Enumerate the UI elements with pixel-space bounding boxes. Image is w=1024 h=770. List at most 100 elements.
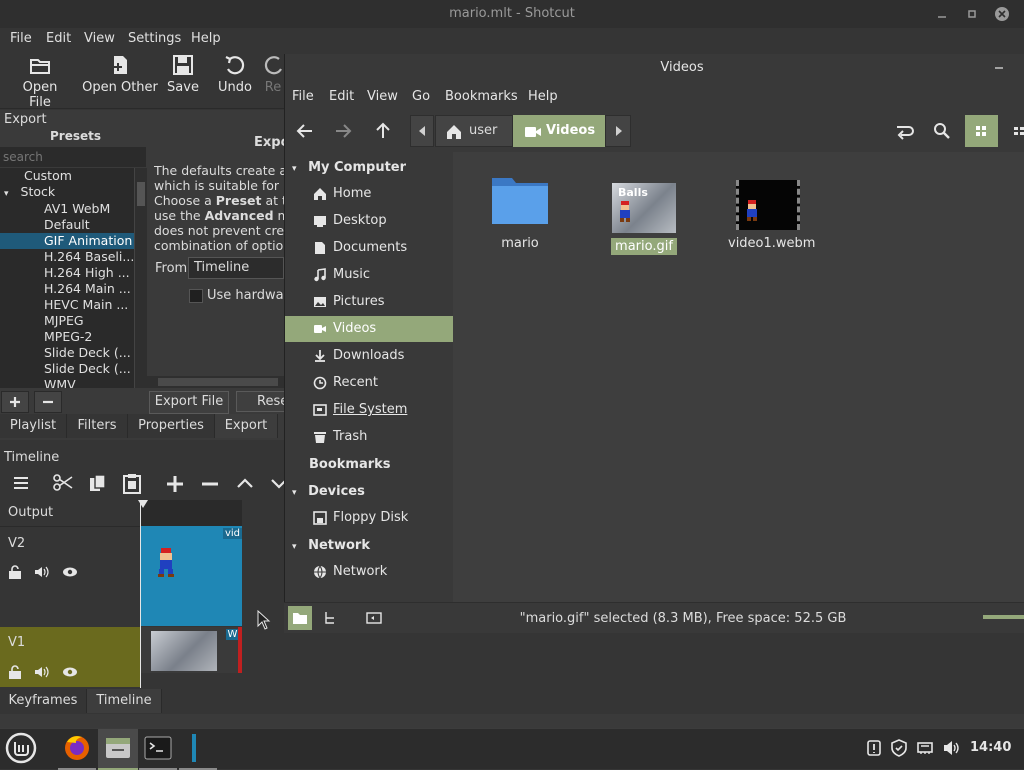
volume-icon[interactable] [942, 739, 960, 757]
eye-icon[interactable] [62, 665, 78, 679]
sidebar-item-music[interactable]: Music [285, 262, 453, 288]
sidebar-item-desktop[interactable]: Desktop [285, 208, 453, 234]
add-preset-button[interactable] [1, 391, 29, 413]
sidebar-section-devices[interactable]: ▾ Devices [292, 484, 365, 499]
timeline-empty-area[interactable] [242, 500, 284, 690]
taskbar-clock[interactable]: 14:40 [970, 740, 1011, 755]
shield-update-icon[interactable] [890, 739, 908, 757]
overwrite-down-icon[interactable] [270, 476, 284, 490]
eye-icon[interactable] [62, 565, 78, 579]
maximize-icon[interactable] [964, 6, 980, 22]
cut-icon[interactable] [52, 473, 74, 493]
export-horizontal-scrollbar[interactable] [146, 376, 284, 388]
tab-keyframes[interactable]: Keyframes [0, 689, 87, 713]
show-places-button[interactable] [288, 606, 312, 630]
fm-menu-view[interactable]: View [367, 89, 398, 104]
file-item-mario-folder[interactable]: mario [480, 172, 560, 251]
speaker-icon[interactable] [34, 565, 50, 579]
open-file-button[interactable]: Open File [10, 54, 70, 110]
hide-sidebar-button[interactable] [362, 606, 386, 630]
tab-playlist[interactable]: Playlist [0, 414, 67, 438]
sidebar-section-my-computer[interactable]: ▾ My Computer [292, 160, 406, 175]
timeline-clip-v1[interactable]: Wi [141, 627, 242, 673]
fm-menu-help[interactable]: Help [528, 89, 558, 104]
show-treeview-button[interactable] [318, 606, 342, 630]
lock-icon[interactable] [8, 665, 22, 679]
icon-view-button[interactable] [965, 115, 998, 147]
sidebar-item-recent[interactable]: Recent [285, 370, 453, 396]
preset-item[interactable]: AV1 WebM [44, 201, 110, 217]
toggle-location-icon[interactable] [893, 121, 915, 141]
up-arrow-icon[interactable] [374, 122, 392, 140]
sidebar-item-videos[interactable]: Videos [285, 316, 453, 342]
preset-item-selected[interactable]: GIF Animation [0, 233, 134, 249]
lock-icon[interactable] [8, 565, 22, 579]
remove-minus-icon[interactable] [200, 474, 220, 494]
preset-item[interactable]: Slide Deck (... [44, 345, 131, 361]
preset-item[interactable]: MPEG-2 [44, 329, 92, 345]
menu-edit[interactable]: Edit [46, 31, 71, 46]
undo-button[interactable]: Undo [216, 54, 254, 95]
from-select[interactable]: Timeline [188, 257, 284, 279]
preset-item[interactable]: WMV [44, 377, 76, 388]
track-head-v1[interactable]: V1 [0, 627, 140, 687]
save-button[interactable]: Save [166, 54, 200, 95]
timeline-clip-v2[interactable]: vid [141, 526, 242, 626]
preset-item[interactable]: H.264 Main ... [44, 281, 131, 297]
lift-up-icon[interactable] [236, 476, 254, 490]
tab-properties[interactable]: Properties [128, 414, 215, 438]
remove-preset-button[interactable] [34, 391, 62, 413]
list-view-button[interactable] [1010, 124, 1024, 138]
reset-button[interactable]: Rese [236, 391, 286, 412]
preset-list[interactable]: Custom ▾ Stock AV1 WebM Default GIF Anim… [0, 168, 134, 388]
taskbar-files[interactable] [98, 729, 138, 770]
forward-arrow-icon[interactable] [334, 122, 352, 140]
sidebar-item-downloads[interactable]: Downloads [285, 343, 453, 369]
tab-export[interactable]: Export [215, 414, 278, 438]
preset-item[interactable]: H.264 Baseli... [44, 249, 134, 265]
menu-help[interactable]: Help [191, 31, 221, 46]
notifications-icon[interactable] [865, 739, 883, 757]
menu-view[interactable]: View [84, 31, 115, 46]
preset-item[interactable]: Default [44, 217, 90, 233]
path-button-user[interactable]: user [435, 115, 513, 147]
menu-settings[interactable]: Settings [128, 31, 181, 46]
sidebar-section-bookmarks[interactable]: Bookmarks [309, 457, 391, 472]
preset-item[interactable]: HEVC Main ... [44, 297, 128, 313]
path-scroll-left-button[interactable] [410, 115, 434, 147]
sidebar-item-trash[interactable]: Trash [285, 424, 453, 450]
sidebar-section-network[interactable]: ▾ Network [292, 538, 370, 553]
taskbar-firefox[interactable] [58, 729, 96, 770]
fm-menu-edit[interactable]: Edit [329, 89, 354, 104]
preset-item[interactable]: Slide Deck (... [44, 361, 131, 377]
tab-timeline[interactable]: Timeline [87, 689, 162, 713]
file-item-video1-webm[interactable]: video1.webm [728, 180, 815, 251]
close-icon[interactable] [994, 6, 1010, 22]
sidebar-item-network[interactable]: Network [285, 559, 453, 585]
preset-group-stock[interactable]: ▾ Stock [4, 184, 55, 200]
back-arrow-icon[interactable] [296, 122, 314, 140]
menu-file[interactable]: File [10, 31, 32, 46]
preset-list-scrollbar[interactable] [134, 168, 147, 388]
redo-button[interactable]: Re [262, 54, 284, 95]
taskbar-terminal[interactable] [139, 729, 177, 770]
sidebar-item-documents[interactable]: Documents [285, 235, 453, 261]
copy-icon[interactable] [88, 473, 108, 493]
menu-icon[interactable] [12, 475, 30, 491]
paste-icon[interactable] [122, 472, 142, 494]
preset-item[interactable]: MJPEG [44, 313, 84, 329]
speaker-icon[interactable] [34, 665, 50, 679]
track-head-v2[interactable]: V2 [0, 526, 140, 627]
zoom-slider[interactable] [983, 615, 1024, 619]
file-item-mario-gif[interactable]: Balls mario.gif [604, 180, 684, 255]
path-button-videos[interactable]: Videos [513, 115, 605, 147]
sidebar-item-floppy-disk[interactable]: Floppy Disk [285, 505, 453, 531]
sidebar-item-pictures[interactable]: Pictures [285, 289, 453, 315]
export-file-button[interactable]: Export File [149, 391, 229, 414]
preset-item-custom[interactable]: Custom [24, 168, 72, 184]
tab-filters[interactable]: Filters [67, 414, 128, 438]
minimize-icon[interactable] [934, 6, 950, 22]
fm-menu-bookmarks[interactable]: Bookmarks [445, 89, 518, 104]
open-other-button[interactable]: Open Other [82, 54, 158, 95]
hardware-encoder-checkbox[interactable] [189, 289, 203, 303]
